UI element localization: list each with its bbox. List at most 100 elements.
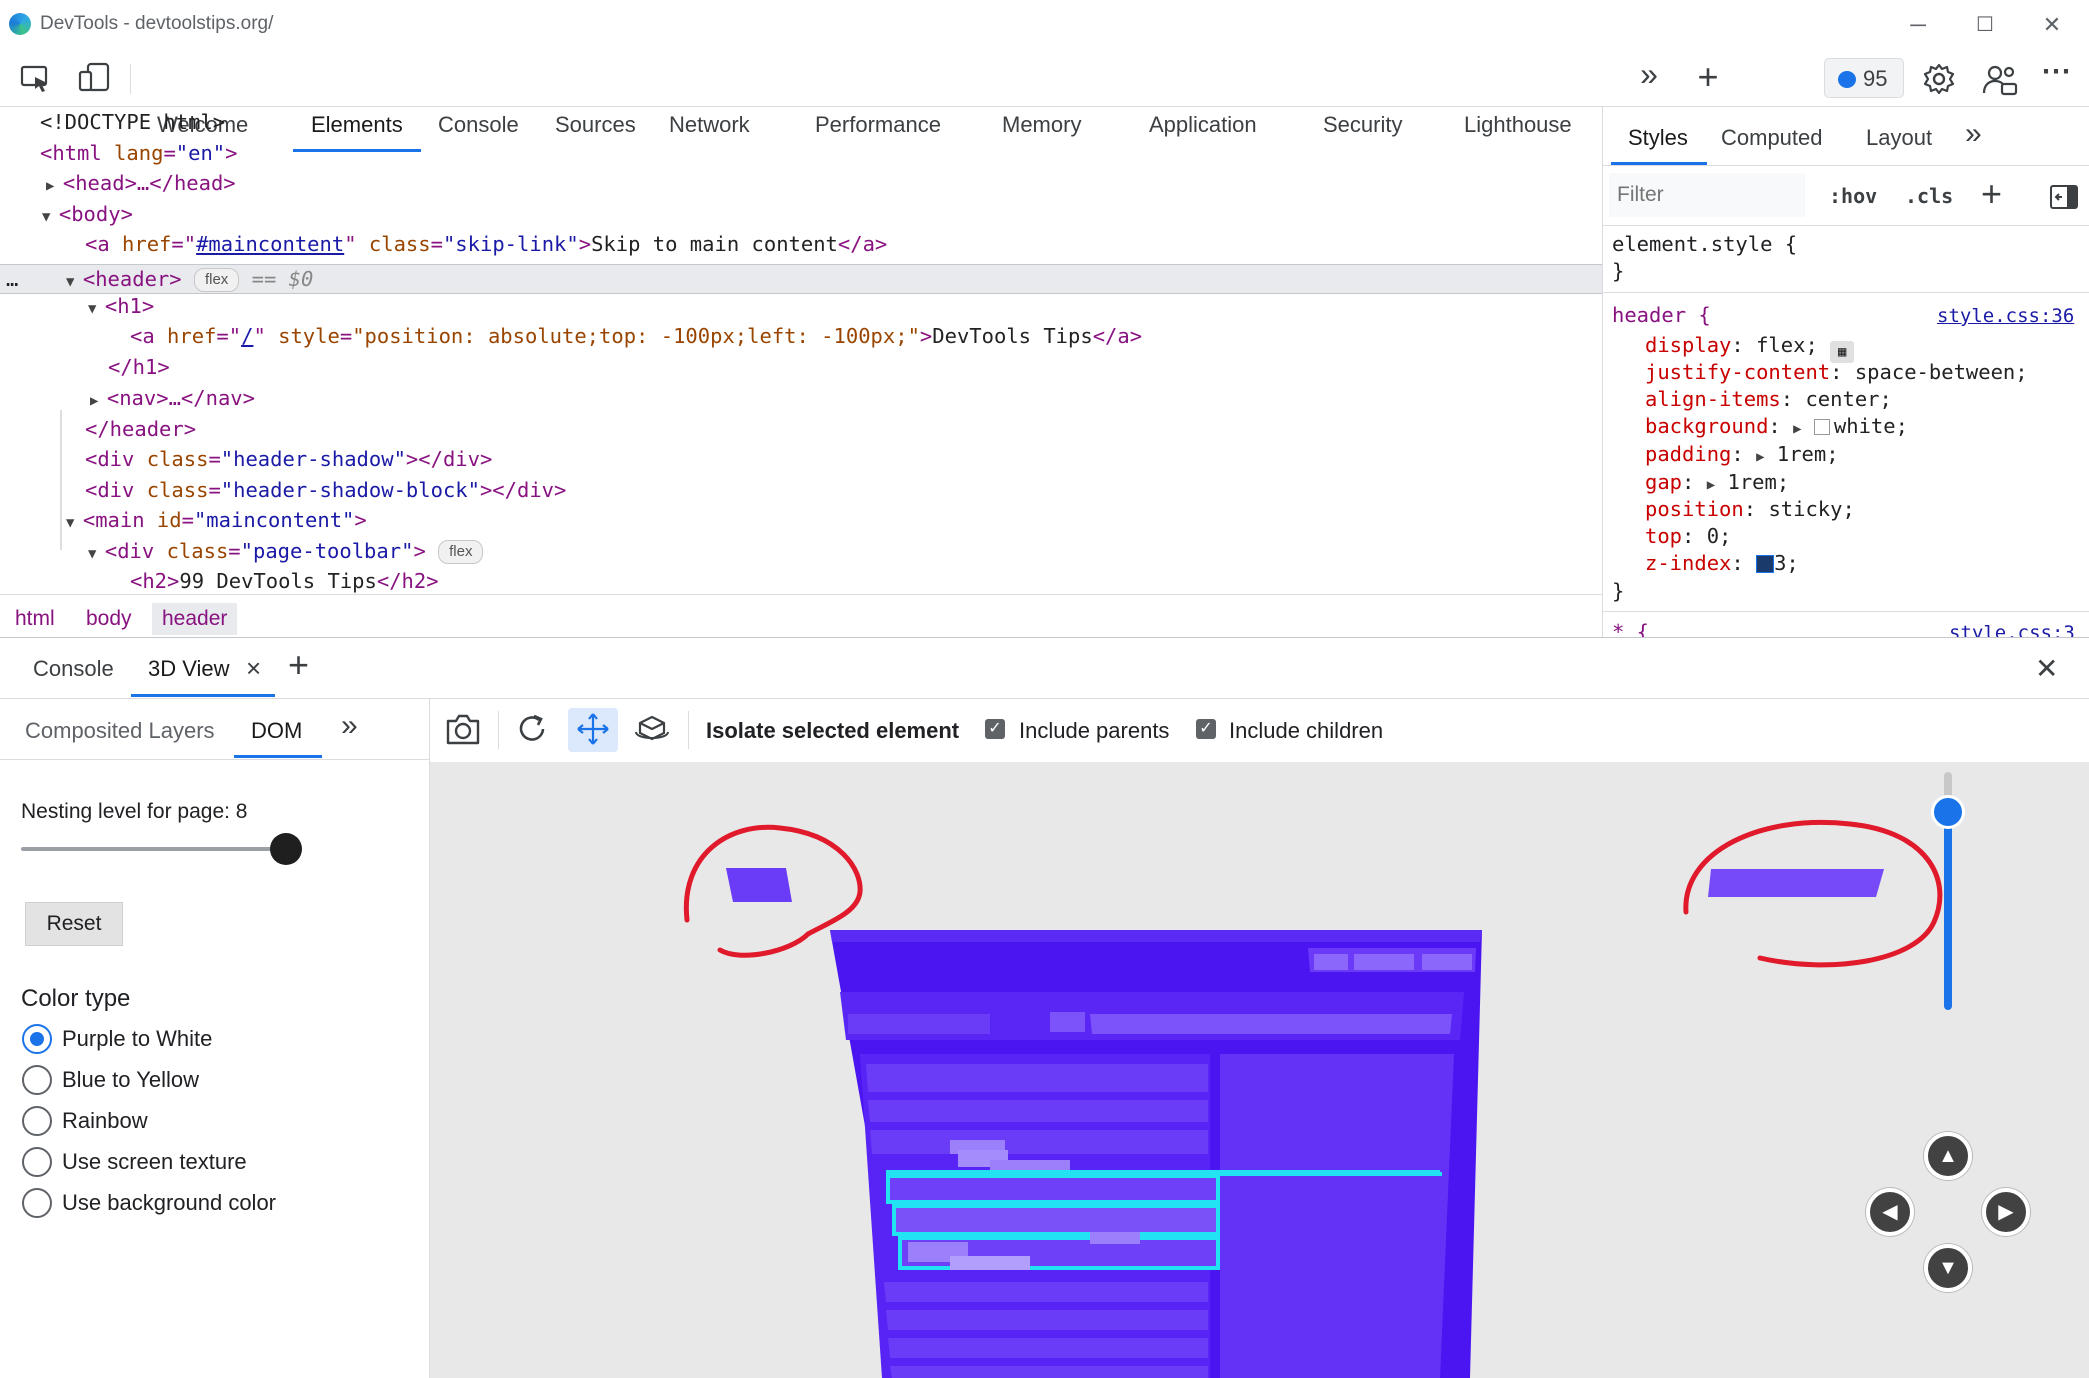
minimize-button[interactable]: ─ <box>1888 8 1948 42</box>
include-parents-checkbox[interactable]: ✓ <box>985 719 1005 739</box>
isolate-selected-element-button[interactable]: Isolate selected element <box>706 718 959 744</box>
tab-computed[interactable]: Computed <box>1721 125 1823 151</box>
color-swatch[interactable] <box>1813 419 1830 435</box>
dom-header-node[interactable]: ▼ <header> flex == $0 <box>66 264 313 294</box>
radio-blue-to-yellow[interactable] <box>22 1065 52 1095</box>
decl-position[interactable]: position: sticky; <box>1645 496 1855 523</box>
radio-label-screen-texture[interactable]: Use screen texture <box>62 1149 247 1175</box>
rule-source-link[interactable]: style.css:36 <box>1937 305 2074 327</box>
floating-element-left[interactable] <box>726 868 792 902</box>
pan-right-button[interactable]: ▶ <box>1982 1188 2030 1236</box>
drawer-tab-3d-view[interactable]: 3D View <box>148 656 230 682</box>
layer-block[interactable] <box>868 1100 1208 1122</box>
decl-top[interactable]: top: 0; <box>1645 523 1731 550</box>
zoom-slider-fill[interactable] <box>1944 810 1952 1010</box>
more-style-tabs-icon[interactable]: » <box>1965 117 1982 151</box>
layer-block[interactable] <box>950 1256 1030 1270</box>
add-tab-icon[interactable]: + <box>1690 56 1726 98</box>
dom-main-node[interactable]: ▼ <main id="maincontent"> <box>66 505 367 535</box>
dom-nav-node[interactable]: ▶ <nav>…</nav> <box>90 383 255 413</box>
breadcrumb-body[interactable]: body <box>76 603 142 635</box>
element-style-rule[interactable]: element.style { <box>1612 231 1797 258</box>
stacking-context-icon[interactable] <box>1756 555 1775 573</box>
dom-h2-node[interactable]: <h2>99 DevTools Tips</h2> <box>130 566 439 594</box>
dom-skip-link-node[interactable]: <a href="#maincontent" class="skip-link"… <box>85 229 887 259</box>
3d-dom-visualization[interactable] <box>430 762 2089 1378</box>
new-style-rule-icon[interactable]: + <box>1981 173 2002 215</box>
dom-header-shadow-block-node[interactable]: <div class="header-shadow-block"></div> <box>85 475 566 505</box>
more-menu-icon[interactable]: ⋯ <box>2036 54 2076 89</box>
pan-left-button[interactable]: ◀ <box>1866 1188 1914 1236</box>
selected-element-child[interactable] <box>886 1174 1220 1204</box>
pan-up-button[interactable]: ▲ <box>1924 1132 1972 1180</box>
radio-rainbow[interactable] <box>22 1106 52 1136</box>
tab-styles[interactable]: Styles <box>1628 125 1688 151</box>
layer-block[interactable] <box>1090 1014 1452 1034</box>
rotate-mode-icon[interactable] <box>633 712 671 746</box>
screenshot-camera-icon[interactable] <box>445 712 481 746</box>
close-window-button[interactable]: ✕ <box>2022 8 2082 42</box>
customize-devtools-icon[interactable] <box>1982 62 2018 96</box>
dom-head-node[interactable]: ▶ <head>…</head> <box>46 168 236 198</box>
decl-align-items[interactable]: align-items: center; <box>1645 386 1892 413</box>
layer-block[interactable] <box>1090 1232 1140 1244</box>
layer-block[interactable] <box>1314 954 1348 970</box>
more-subtabs-icon[interactable]: » <box>341 709 358 743</box>
styles-filter-input[interactable] <box>1609 173 1805 217</box>
subtab-composited-layers[interactable]: Composited Layers <box>25 718 215 744</box>
tab-layout[interactable]: Layout <box>1866 125 1932 151</box>
layer-block[interactable] <box>886 1310 1208 1330</box>
maximize-button[interactable]: ☐ <box>1955 8 2015 42</box>
dom-header-close[interactable]: </header> <box>85 414 196 444</box>
dom-body-node[interactable]: ▼ <body> <box>42 199 133 229</box>
include-children-checkbox[interactable]: ✓ <box>1196 719 1216 739</box>
decl-background[interactable]: background: ▶ white; <box>1645 413 1908 443</box>
decl-padding[interactable]: padding: ▶ 1rem; <box>1645 441 1839 471</box>
reset-button[interactable]: Reset <box>25 902 123 946</box>
zoom-slider-thumb[interactable] <box>1931 795 1965 829</box>
decl-justify-content[interactable]: justify-content: space-between; <box>1645 359 2028 386</box>
universal-rule-selector[interactable]: * { <box>1612 619 1649 637</box>
floating-element-right[interactable] <box>1708 869 1884 897</box>
rule-source-link[interactable]: style.css:3 <box>1949 622 2075 637</box>
reset-view-refresh-icon[interactable] <box>515 712 549 746</box>
drawer-add-tab-icon[interactable]: + <box>288 644 309 686</box>
dom-h1-close[interactable]: </h1> <box>108 352 170 382</box>
radio-label-background-color[interactable]: Use background color <box>62 1190 276 1216</box>
issues-counter-button[interactable]: 95 <box>1824 58 1904 98</box>
decl-gap[interactable]: gap: ▶ 1rem; <box>1645 469 1789 499</box>
radio-screen-texture[interactable] <box>22 1147 52 1177</box>
dom-html-node[interactable]: <html lang="en"> <box>40 138 238 168</box>
layer-block[interactable] <box>848 1014 990 1034</box>
layer-block[interactable] <box>866 1064 1208 1092</box>
dom-h1-link-node[interactable]: <a href="/" style="position: absolute;to… <box>130 321 1142 351</box>
subtab-dom[interactable]: DOM <box>251 718 302 744</box>
settings-gear-icon[interactable] <box>1922 62 1956 96</box>
dom-header-shadow-node[interactable]: <div class="header-shadow"></div> <box>85 444 492 474</box>
pan-arrows-icon[interactable] <box>576 712 610 746</box>
radio-label-purple-to-white[interactable]: Purple to White <box>62 1026 212 1052</box>
hover-state-toggle[interactable]: :hov <box>1829 184 1877 208</box>
layer-block[interactable] <box>888 1338 1208 1358</box>
include-children-label[interactable]: Include children <box>1229 718 1383 744</box>
selected-element-child[interactable] <box>892 1204 1220 1236</box>
device-toolbar-icon[interactable] <box>78 62 112 94</box>
radio-purple-to-white[interactable] <box>22 1024 52 1054</box>
class-toggle[interactable]: .cls <box>1905 184 1953 208</box>
radio-label-blue-to-yellow[interactable]: Blue to Yellow <box>62 1067 199 1093</box>
close-drawer-icon[interactable]: ✕ <box>2035 652 2058 685</box>
toggle-sidebar-icon[interactable] <box>2050 185 2078 209</box>
nesting-level-slider-track[interactable] <box>21 847 287 851</box>
flex-badge[interactable]: flex <box>193 268 240 292</box>
3d-canvas[interactable]: ▲ ◀ ▶ ▼ <box>430 762 2089 1378</box>
breadcrumb-header[interactable]: header <box>152 603 238 635</box>
inspect-element-icon[interactable] <box>20 64 52 94</box>
radio-background-color[interactable] <box>22 1188 52 1218</box>
layer-block[interactable] <box>884 1282 1208 1302</box>
dom-row-more-icon[interactable]: … <box>6 264 18 294</box>
radio-label-rainbow[interactable]: Rainbow <box>62 1108 148 1134</box>
layer-block[interactable] <box>1050 1012 1085 1032</box>
dom-page-toolbar-node[interactable]: ▼ <div class="page-toolbar"> flex <box>88 536 484 566</box>
dom-doctype[interactable]: <!DOCTYPE html> <box>40 107 225 137</box>
include-parents-label[interactable]: Include parents <box>1019 718 1169 744</box>
